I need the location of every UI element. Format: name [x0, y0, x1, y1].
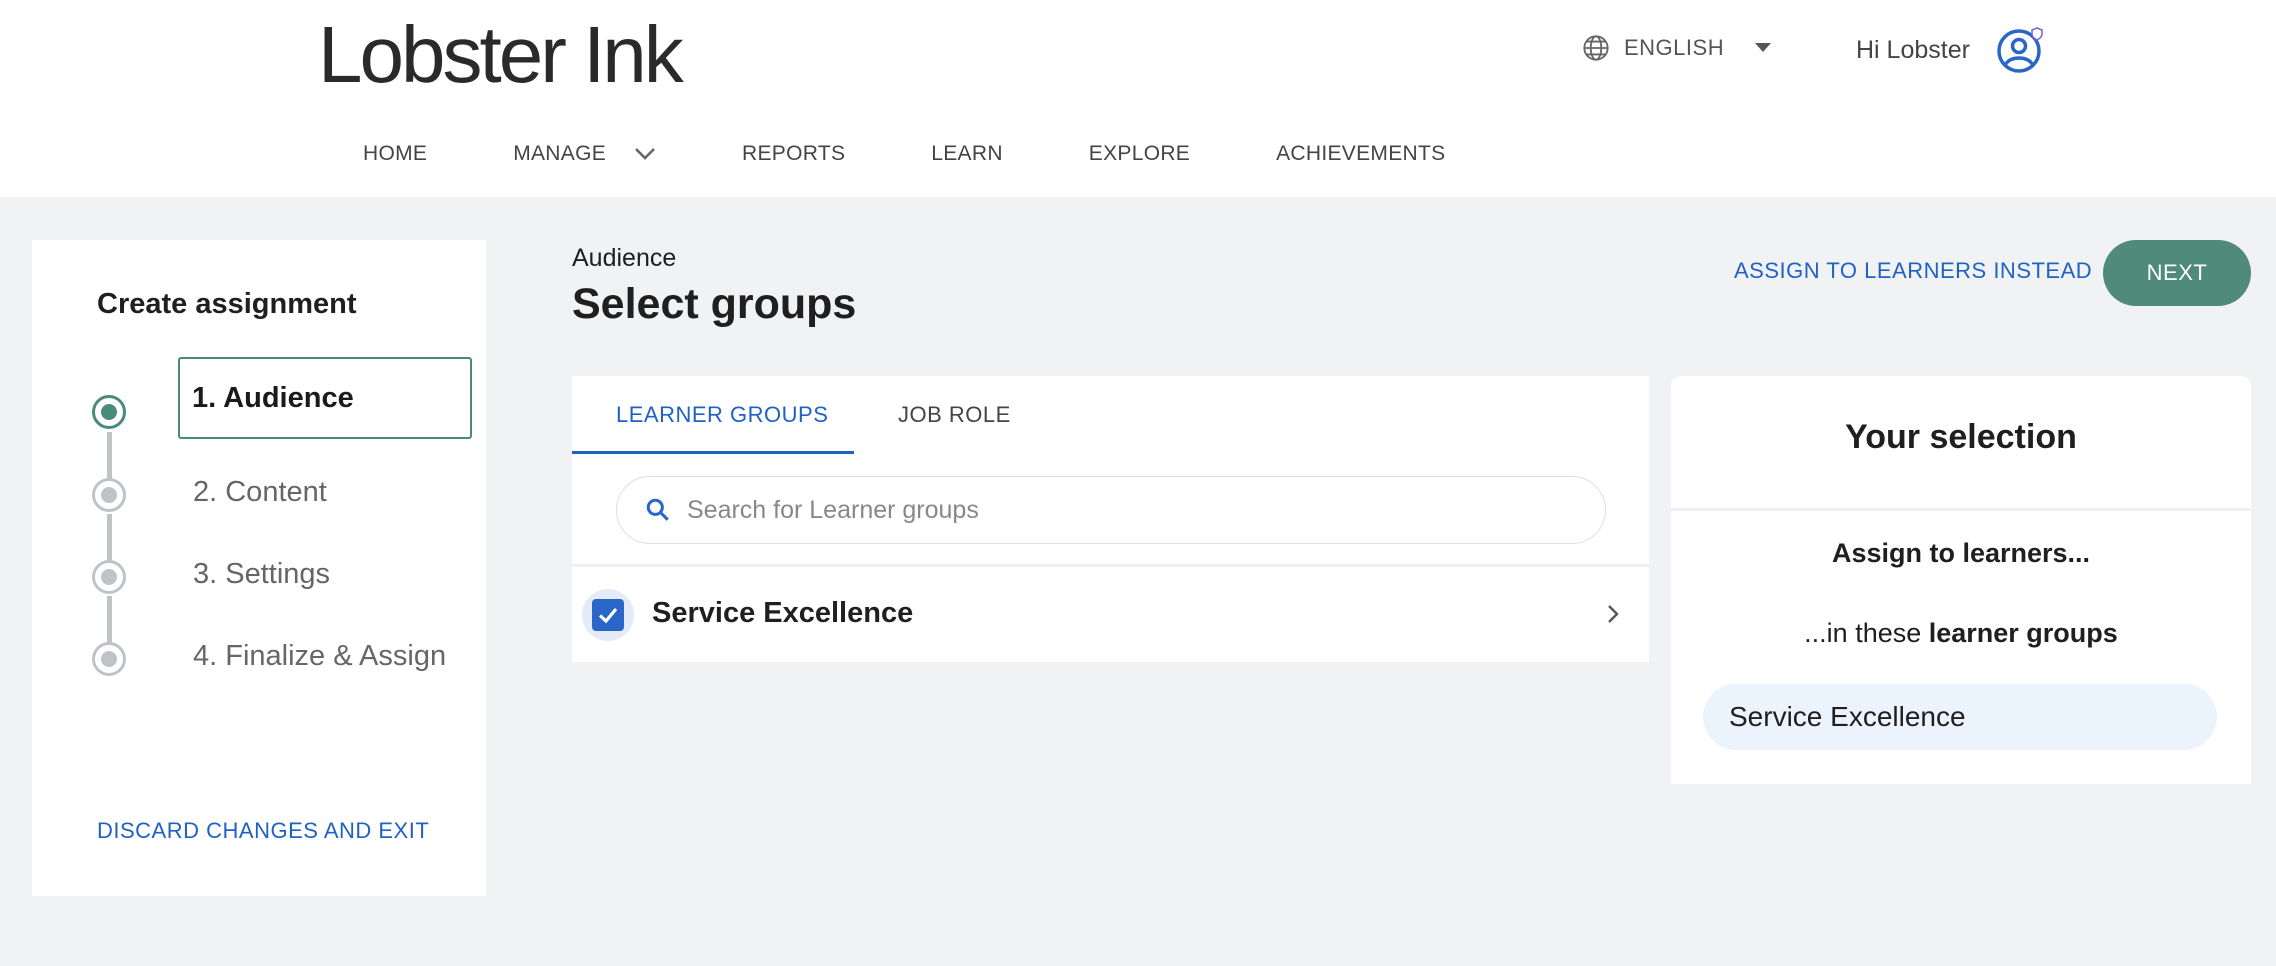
assignment-stepper-panel: Create assignment 1. Audience 2. Content…: [32, 240, 486, 896]
nav-item-achievements[interactable]: ACHIEVEMENTS: [1276, 142, 1445, 166]
group-name: Service Excellence: [652, 597, 914, 629]
groups-panel: LEARNER GROUPS JOB ROLE Service Excellen…: [572, 376, 1649, 662]
selected-group-chip[interactable]: Service Excellence: [1703, 684, 2217, 750]
step-indicator: [92, 642, 126, 676]
step-audience[interactable]: 1. Audience: [92, 357, 472, 439]
search-icon: [646, 498, 669, 521]
step-connector: [107, 432, 112, 482]
checkbox-checked: [592, 599, 624, 631]
page-title: Select groups: [572, 280, 857, 328]
breadcrumb: Audience: [572, 244, 677, 272]
app-header: Lobster Ink ENGLISH Hi Lobster HOME MANA…: [0, 0, 2276, 197]
step-connector: [107, 514, 112, 564]
step-label: 1. Audience: [178, 357, 472, 439]
assign-to-learners-link[interactable]: ASSIGN TO LEARNERS INSTEAD: [1734, 258, 2092, 284]
language-label: ENGLISH: [1624, 35, 1725, 60]
selection-in-groups-text: ...in these learner groups: [1804, 618, 2118, 648]
stepper-title: Create assignment: [97, 288, 357, 320]
next-button[interactable]: NEXT: [2103, 240, 2251, 306]
nav-item-home[interactable]: HOME: [363, 142, 427, 166]
tab-job-role[interactable]: JOB ROLE: [898, 402, 1011, 428]
step-settings[interactable]: 3. Settings: [92, 558, 330, 594]
checkmark-icon: [598, 607, 618, 624]
nav-item-learn[interactable]: LEARN: [931, 142, 1003, 166]
step-label: 2. Content: [193, 476, 327, 508]
step-indicator: [92, 478, 126, 512]
globe-icon: [1583, 35, 1609, 61]
chevron-down-icon: [1755, 43, 1772, 52]
step-finalize[interactable]: 4. Finalize & Assign: [92, 640, 446, 676]
search-input[interactable]: [687, 495, 1567, 525]
user-avatar-icon[interactable]: [1996, 24, 2046, 74]
tab-learner-groups[interactable]: LEARNER GROUPS: [616, 402, 828, 428]
step-indicator-active: [92, 395, 126, 429]
language-selector[interactable]: ENGLISH: [1582, 34, 1786, 62]
step-label: 4. Finalize & Assign: [193, 640, 447, 672]
selection-assign-text: Assign to learners...: [1831, 538, 2091, 568]
selection-title: Your selection: [1845, 418, 2077, 456]
active-tab-indicator: [572, 451, 854, 454]
nav-item-manage[interactable]: MANAGE: [513, 142, 656, 166]
step-indicator: [92, 560, 126, 594]
your-selection-panel: Your selection Assign to learners... ...…: [1671, 376, 2251, 784]
app-logo[interactable]: Lobster Ink: [318, 10, 684, 100]
search-field[interactable]: [616, 476, 1606, 544]
user-greeting: Hi Lobster: [1856, 36, 1970, 64]
step-connector: [107, 596, 112, 646]
list-item[interactable]: Service Excellence: [572, 567, 1649, 662]
group-checkbox[interactable]: [582, 589, 634, 641]
discard-changes-link[interactable]: DISCARD CHANGES AND EXIT: [97, 818, 429, 844]
nav-item-explore[interactable]: EXPLORE: [1089, 142, 1190, 166]
step-label: 3. Settings: [193, 558, 331, 590]
main-nav: HOME MANAGE REPORTS LEARN EXPLORE ACHIEV…: [363, 142, 1531, 166]
selection-divider: [1671, 508, 2251, 511]
chevron-down-icon: [635, 148, 655, 160]
chevron-right-icon[interactable]: [1606, 603, 1620, 625]
step-content[interactable]: 2. Content: [92, 476, 327, 512]
nav-item-reports[interactable]: REPORTS: [742, 142, 845, 166]
